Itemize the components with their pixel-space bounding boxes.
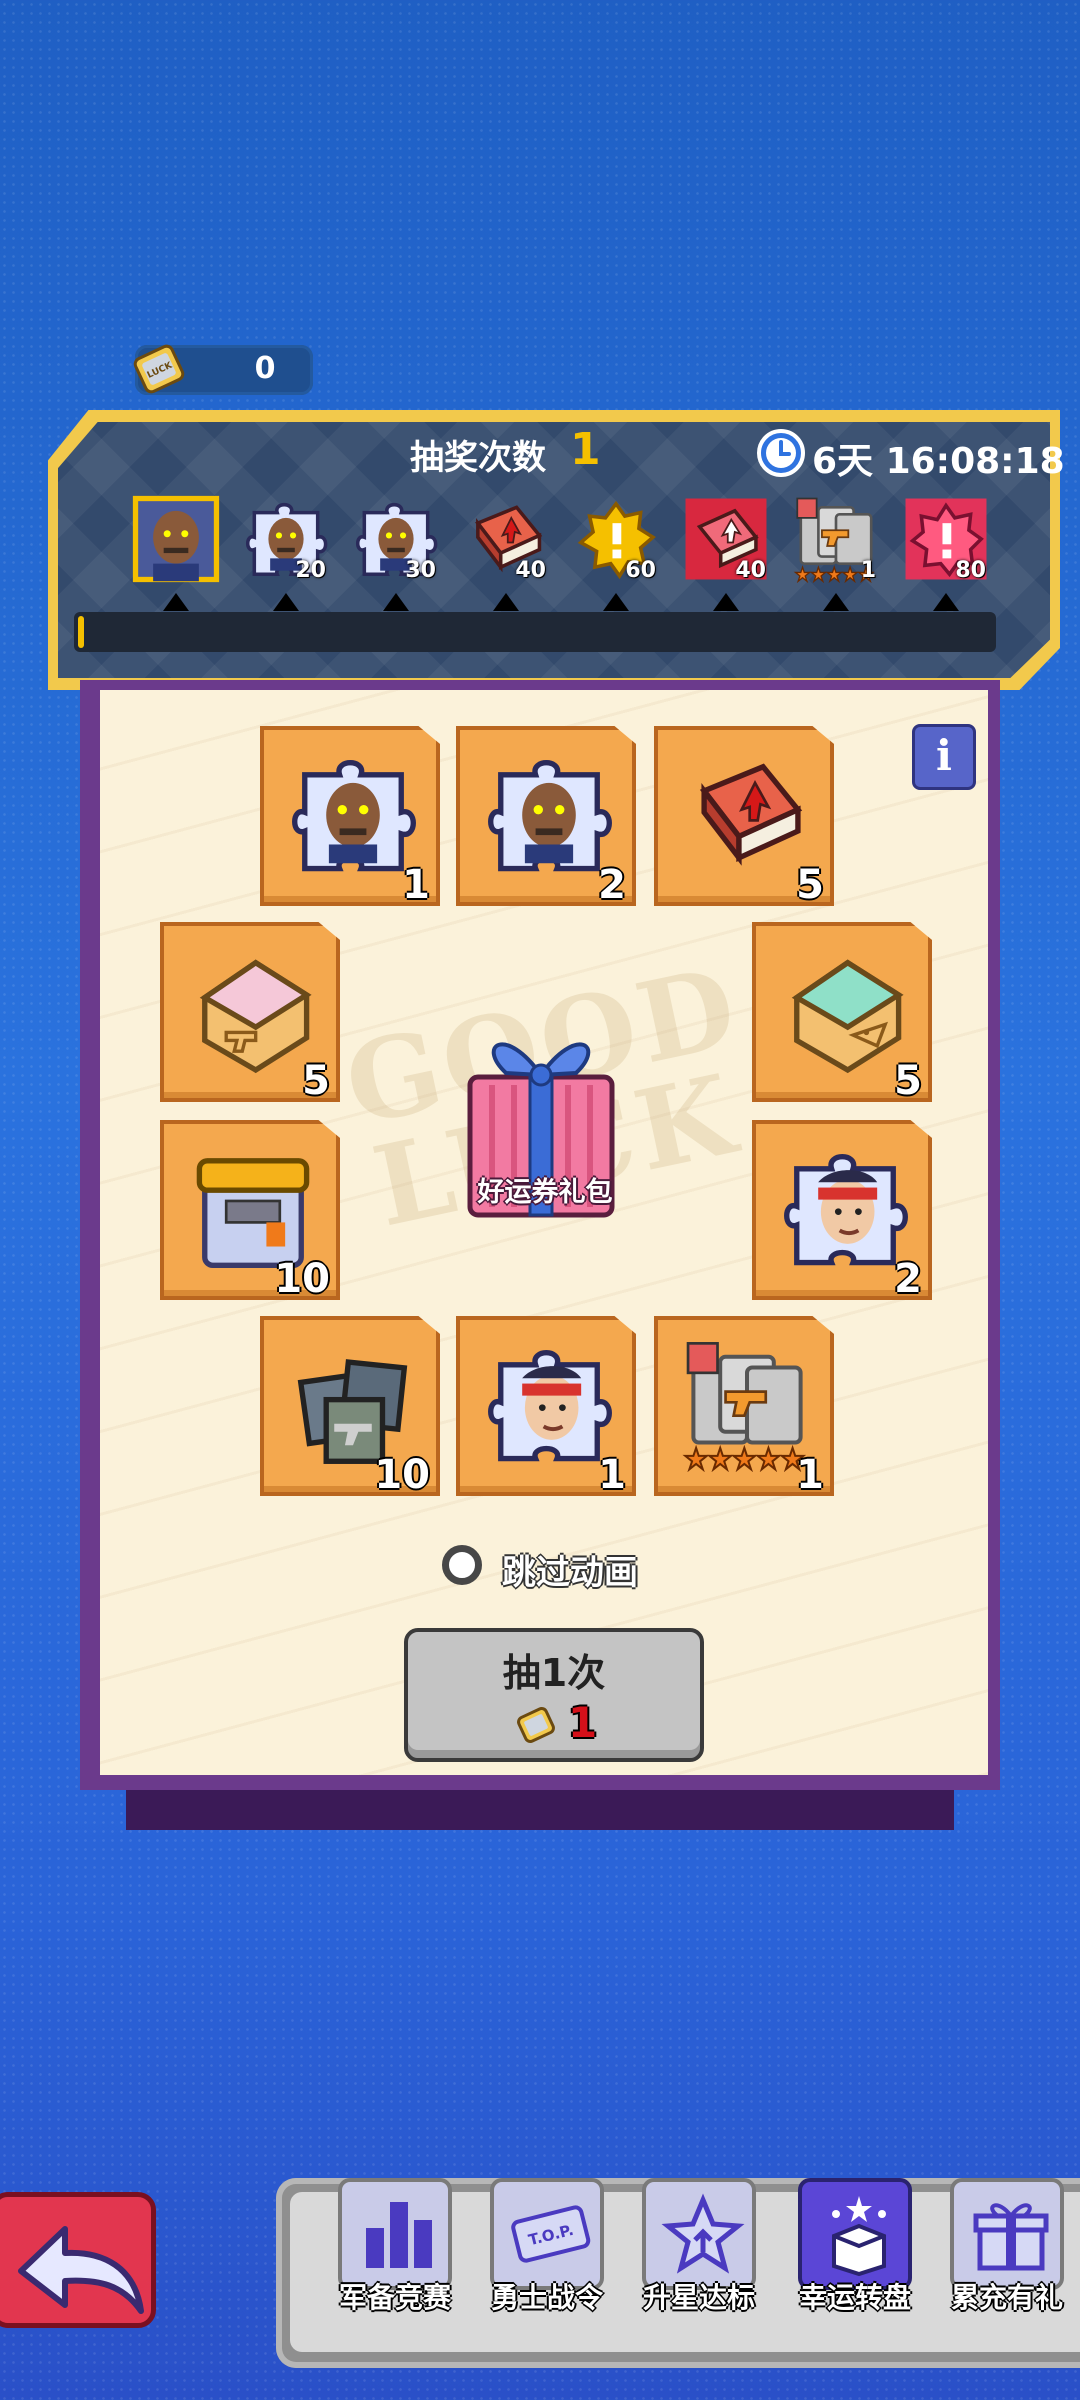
five-star-gun-cards-icon xyxy=(680,1338,814,1473)
character-portrait-icon xyxy=(132,495,220,583)
milestone-reward-count: 20 xyxy=(295,558,326,583)
prize-count: 2 xyxy=(894,1256,922,1302)
prize-tile[interactable]: 1 xyxy=(260,726,440,906)
pink-pistol-eraser-icon xyxy=(186,944,320,1078)
prize-count: 10 xyxy=(274,1256,330,1302)
gift-label: 好运券礼包 xyxy=(477,1177,613,1208)
clock-icon xyxy=(757,429,805,477)
milestone-marker xyxy=(933,593,959,611)
teal-shark-eraser-icon xyxy=(778,944,912,1078)
tab-top-pass[interactable]: T.O.P. 勇士战令 xyxy=(484,2178,610,2328)
prize-tile[interactable]: 10 xyxy=(160,1120,340,1300)
back-button[interactable] xyxy=(0,2192,156,2328)
prize-count: 5 xyxy=(894,1058,922,1104)
ticket-icon: LUCK xyxy=(133,344,185,394)
tab-label: 勇士战令 xyxy=(490,2281,603,2314)
milestone-marker xyxy=(603,593,629,611)
milestone-reward-600[interactable]: 1 xyxy=(792,495,880,584)
skip-animation-label[interactable]: 跳过动画 xyxy=(502,1545,638,1594)
prize-count: 2 xyxy=(598,862,626,908)
gift-icon xyxy=(973,2203,1049,2271)
back-arrow-icon xyxy=(18,2226,144,2314)
tab-bar-chart[interactable]: 军备竞赛 xyxy=(332,2178,458,2328)
prize-count: 1 xyxy=(796,1452,824,1498)
tab-label: 军备竞赛 xyxy=(338,2281,451,2314)
tab-lucky-box[interactable]: 幸运转盘 xyxy=(792,2178,918,2328)
prize-tile[interactable]: 1 xyxy=(654,1316,834,1496)
puzzle-piece-bandana-icon xyxy=(778,1142,912,1276)
draw-count-value: 1 xyxy=(570,424,601,475)
milestone-marker xyxy=(383,593,409,611)
draw-once-label: 抽1次 xyxy=(502,1651,606,1695)
prize-count: 1 xyxy=(598,1452,626,1498)
tab-icon-box xyxy=(950,2178,1064,2290)
milestone-marker xyxy=(713,593,739,611)
tab-label: 升星达标 xyxy=(642,2281,755,2314)
prize-count: 10 xyxy=(374,1452,430,1498)
milestone-reward-50[interactable]: 20 xyxy=(242,495,330,583)
puzzle-piece-man-icon xyxy=(482,748,616,882)
milestone-reward-800[interactable]: 80 xyxy=(902,495,990,583)
puzzle-piece-man-icon xyxy=(286,748,420,882)
progress-fill xyxy=(78,616,84,648)
milestone-reward-count: 60 xyxy=(625,558,656,583)
tab-gift[interactable]: 累充有礼 xyxy=(944,2178,1070,2328)
skip-animation-radio[interactable] xyxy=(442,1545,482,1585)
tab-star-up[interactable]: 升星达标 xyxy=(636,2178,762,2328)
progress-track xyxy=(74,612,996,652)
milestone-reward-count: 80 xyxy=(955,558,986,583)
prize-tile[interactable]: 2 xyxy=(456,726,636,906)
milestone-marker xyxy=(163,593,189,611)
bar-chart-icon xyxy=(366,2202,432,2268)
milestone-reward-count: 30 xyxy=(405,558,436,583)
star-up-icon xyxy=(661,2193,745,2274)
info-button[interactable]: i xyxy=(912,724,976,790)
draw-once-button[interactable]: 抽1次 1 xyxy=(404,1628,704,1762)
prize-tile[interactable]: 2 xyxy=(752,1120,932,1300)
milestone-reward-20[interactable] xyxy=(132,495,220,583)
ticket-icon xyxy=(517,1707,555,1743)
puzzle-piece-bandana-icon xyxy=(482,1338,616,1472)
tab-label: 累充有礼 xyxy=(950,2281,1063,2314)
event-timer: 6天 16:08:18 xyxy=(812,441,1065,482)
ticket-count: 0 xyxy=(254,351,276,386)
prize-count: 5 xyxy=(302,1058,330,1104)
prize-tile[interactable]: 5 xyxy=(160,922,340,1102)
prize-tile[interactable]: 10 xyxy=(260,1316,440,1496)
milestone-reward-count: 1 xyxy=(860,558,876,583)
draw-count-label: 抽奖次数 xyxy=(410,438,546,478)
prize-tile[interactable]: 5 xyxy=(654,726,834,906)
milestone-marker xyxy=(273,593,299,611)
milestone-reward-200[interactable]: 40 xyxy=(462,495,550,583)
milestone-reward-count: 40 xyxy=(515,558,546,583)
prize-tile[interactable]: 5 xyxy=(752,922,932,1102)
milestone-marker xyxy=(823,593,849,611)
prize-tile[interactable]: 1 xyxy=(456,1316,636,1496)
top-pass-icon: T.O.P. xyxy=(511,2205,591,2263)
draw-cost: 1 xyxy=(568,1698,598,1747)
milestone-reward-300[interactable]: 60 xyxy=(572,495,660,583)
tab-icon-box xyxy=(338,2178,452,2290)
milestone-reward-400[interactable]: 40 xyxy=(682,495,770,583)
lucky-box-icon xyxy=(832,2196,886,2277)
milestone-reward-count: 40 xyxy=(735,558,766,583)
milestone-reward-100[interactable]: 30 xyxy=(352,495,440,583)
tab-icon-box xyxy=(642,2178,756,2290)
prize-count: 5 xyxy=(796,862,824,908)
upgrade-book-icon xyxy=(680,748,814,882)
milestone-marker xyxy=(493,593,519,611)
tab-icon-box xyxy=(798,2178,912,2290)
ticket-counter: LUCK 0 xyxy=(133,344,313,395)
prize-count: 1 xyxy=(402,862,430,908)
tab-label: 幸运转盘 xyxy=(798,2281,911,2314)
tab-icon-box: T.O.P. xyxy=(490,2178,604,2290)
